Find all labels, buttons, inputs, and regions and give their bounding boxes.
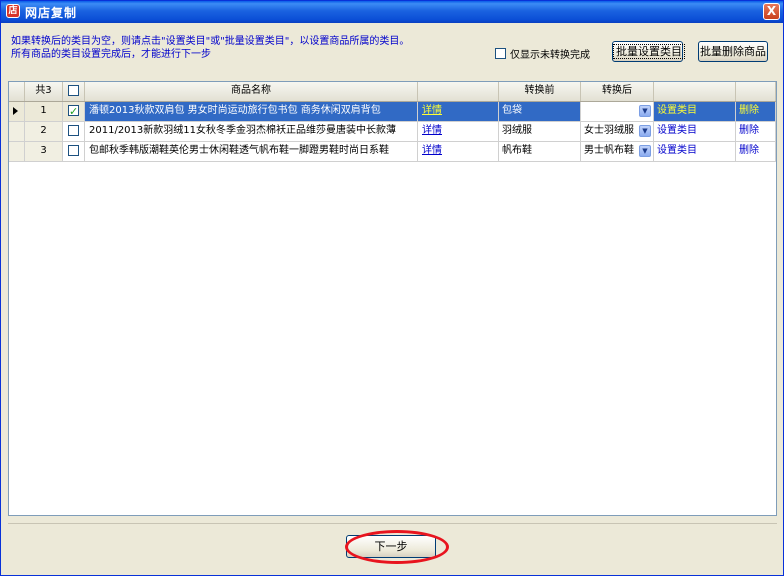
highlight-ring: [345, 530, 449, 564]
chevron-down-icon[interactable]: ▼: [639, 125, 651, 137]
category-after-value: 男士帆布鞋: [584, 145, 634, 156]
detail-link-cell[interactable]: 详情: [418, 142, 499, 161]
row-checkbox[interactable]: [68, 103, 79, 121]
header-detail: [418, 82, 499, 101]
header-delete: [736, 82, 776, 101]
row-pointer-cell: [9, 102, 25, 121]
product-grid[interactable]: 共3 商品名称 转换前 转换后 1 潘顿2013秋款双肩包 男女时尚运动旅行包书…: [8, 81, 777, 516]
detail-link[interactable]: 详情: [422, 105, 442, 116]
header-before: 转换前: [499, 82, 581, 101]
table-row[interactable]: 3 包邮秋季韩版潮鞋英伦男士休闲鞋透气帆布鞋一脚蹬男鞋时尚日系鞋 详情 帆布鞋 …: [9, 142, 776, 162]
category-after-value: 女士羽绒服: [584, 125, 634, 136]
filter-unconverted[interactable]: 仅显示未转换完成: [495, 46, 590, 61]
hint-line-1: 如果转换后的类目为空，则请点击"设置类目"或"批量设置类目"，以设置商品所属的类…: [11, 36, 410, 47]
header-selector-cell: [9, 82, 25, 101]
detail-link[interactable]: 详情: [422, 145, 442, 156]
row-checkbox-cell[interactable]: [63, 102, 85, 121]
grid-header: 共3 商品名称 转换前 转换后: [9, 82, 776, 102]
filter-label: 仅显示未转换完成: [510, 50, 590, 61]
row-number: 3: [25, 142, 63, 161]
set-category-cell[interactable]: 设置类目: [654, 102, 736, 121]
category-before: 羽绒服: [499, 122, 581, 141]
header-set: [654, 82, 736, 101]
row-number: 1: [25, 102, 63, 121]
row-pointer-cell: [9, 142, 25, 161]
delete-link[interactable]: 删除: [739, 125, 759, 136]
delete-cell[interactable]: 删除: [736, 102, 776, 121]
batch-delete-button[interactable]: 批量删除商品: [698, 41, 768, 62]
row-checkbox-cell[interactable]: [63, 142, 85, 161]
delete-cell[interactable]: 删除: [736, 122, 776, 141]
detail-link[interactable]: 详情: [422, 125, 442, 136]
row-checkbox[interactable]: [68, 125, 79, 136]
chevron-down-icon[interactable]: ▼: [639, 145, 651, 157]
product-name[interactable]: 2011/2013新款羽绒11女秋冬季金羽杰棉袄正品维莎曼唐装中长款薄: [85, 122, 418, 141]
title-bar[interactable]: 店 网店复制 X: [1, 1, 783, 23]
header-after: 转换后: [581, 82, 654, 101]
category-after-select[interactable]: 女士羽绒服 ▼: [581, 122, 654, 141]
row-number: 2: [25, 122, 63, 141]
row-checkbox-cell[interactable]: [63, 122, 85, 141]
set-category-link[interactable]: 设置类目: [657, 145, 697, 156]
product-name[interactable]: 潘顿2013秋款双肩包 男女时尚运动旅行包书包 商务休闲双肩背包: [85, 102, 418, 121]
set-category-cell[interactable]: 设置类目: [654, 122, 736, 141]
delete-link[interactable]: 删除: [739, 145, 759, 156]
header-select-all[interactable]: [63, 82, 85, 101]
category-before: 包袋: [499, 102, 581, 121]
close-button[interactable]: X: [763, 3, 780, 20]
app-icon: 店: [6, 4, 20, 18]
row-pointer-cell: [9, 122, 25, 141]
delete-link[interactable]: 删除: [739, 105, 759, 116]
row-pointer-icon: [13, 107, 18, 115]
product-name[interactable]: 包邮秋季韩版潮鞋英伦男士休闲鞋透气帆布鞋一脚蹬男鞋时尚日系鞋: [85, 142, 418, 161]
dialog-window: 店 网店复制 X 如果转换后的类目为空，则请点击"设置类目"或"批量设置类目"，…: [0, 0, 784, 576]
chevron-down-icon[interactable]: ▼: [639, 105, 651, 117]
set-category-cell[interactable]: 设置类目: [654, 142, 736, 161]
select-all-checkbox[interactable]: [68, 85, 79, 96]
batch-set-category-button[interactable]: 批量设置类目: [612, 41, 685, 62]
header-count: 共3: [25, 82, 63, 101]
batch-set-category-label: 批量设置类目: [613, 44, 685, 59]
window-title: 网店复制: [25, 6, 78, 20]
set-category-link[interactable]: 设置类目: [657, 125, 697, 136]
category-after-select[interactable]: 男士帆布鞋 ▼: [581, 142, 654, 161]
table-row[interactable]: 1 潘顿2013秋款双肩包 男女时尚运动旅行包书包 商务休闲双肩背包 详情 包袋…: [9, 102, 776, 122]
row-checkbox[interactable]: [68, 145, 79, 156]
category-after-select[interactable]: ▼: [581, 102, 654, 121]
detail-link-cell[interactable]: 详情: [418, 102, 499, 121]
table-row[interactable]: 2 2011/2013新款羽绒11女秋冬季金羽杰棉袄正品维莎曼唐装中长款薄 详情…: [9, 122, 776, 142]
detail-link-cell[interactable]: 详情: [418, 122, 499, 141]
set-category-link[interactable]: 设置类目: [657, 105, 697, 116]
footer-divider: [8, 523, 777, 524]
hint-line-2: 所有商品的类目设置完成后，才能进行下一步: [11, 49, 211, 60]
category-before: 帆布鞋: [499, 142, 581, 161]
filter-checkbox[interactable]: [495, 48, 506, 59]
header-product-name: 商品名称: [85, 82, 418, 101]
delete-cell[interactable]: 删除: [736, 142, 776, 161]
